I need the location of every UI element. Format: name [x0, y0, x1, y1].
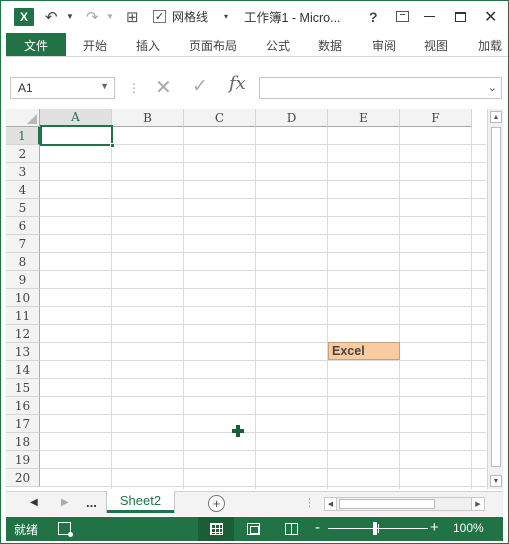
column-header-f[interactable]: F: [400, 109, 472, 127]
page-break-preview-button[interactable]: [285, 523, 298, 535]
scroll-left-icon[interactable]: ◀: [325, 498, 337, 510]
borders-grid-icon[interactable]: ⊞: [126, 0, 139, 33]
ribbon-display-options-icon[interactable]: [396, 0, 409, 33]
previous-sheet-icon[interactable]: ◀: [30, 497, 38, 508]
zoom-slider-thumb[interactable]: [373, 522, 377, 535]
checkmark-icon: ✓: [153, 10, 166, 23]
tab-split-handle-icon[interactable]: ⋮: [304, 496, 315, 509]
scroll-up-icon[interactable]: ▲: [490, 111, 502, 123]
tab-page-layout[interactable]: 页面布局: [189, 33, 237, 56]
select-all-corner[interactable]: [6, 109, 40, 127]
fill-handle[interactable]: [110, 143, 115, 148]
row-header-10[interactable]: 10: [6, 289, 40, 307]
customize-qat-dropdown-icon[interactable]: ▾: [224, 0, 228, 33]
vertical-scrollbar[interactable]: ▲ ▼: [487, 109, 503, 489]
column-header-e[interactable]: E: [328, 109, 400, 127]
expand-formula-bar-icon[interactable]: ⌄: [488, 81, 497, 94]
row-header-4[interactable]: 4: [6, 181, 40, 199]
tab-view[interactable]: 视图: [424, 33, 448, 56]
row-header-5[interactable]: 5: [6, 199, 40, 217]
status-bar: 就绪 - + 100%: [6, 517, 503, 541]
formula-bar: A1 ▼ ⋮ ✕ ✓ fx ⌄: [0, 57, 509, 107]
row-header-17[interactable]: 17: [6, 415, 40, 433]
zoom-level[interactable]: 100%: [453, 521, 484, 535]
row-header-6[interactable]: 6: [6, 217, 40, 235]
window-title: 工作簿1 - Micro...: [244, 11, 341, 25]
row-header-12[interactable]: 12: [6, 325, 40, 343]
tab-data[interactable]: 数据: [318, 33, 342, 56]
gridlines-checkbox[interactable]: ✓: [153, 0, 166, 33]
horizontal-scrollbar[interactable]: ◀: [324, 497, 484, 511]
worksheet-grid[interactable]: ABCDEF 1 2 3 4 5 6 7 8 9 10 11 12 13 14 15 16 17 18 19 20 E…: [6, 109, 486, 489]
new-sheet-button[interactable]: +: [208, 495, 225, 512]
row-header-14[interactable]: 14: [6, 361, 40, 379]
row-header-18[interactable]: 18: [6, 433, 40, 451]
name-box[interactable]: A1 ▼: [10, 77, 115, 99]
vertical-scroll-thumb[interactable]: [491, 127, 501, 467]
active-cell-a1[interactable]: [40, 125, 115, 148]
status-ready: 就绪: [14, 523, 39, 537]
title-bar: X ↶ ▼ ↷ ▼ ⊞ ✓ 网格线 ▾ 工作簿1 - Micro... ? ✕: [0, 0, 509, 33]
help-button[interactable]: ?: [369, 0, 378, 33]
horizontal-scroll-thumb[interactable]: [339, 499, 435, 509]
minimize-button[interactable]: [424, 0, 440, 33]
row-header-11[interactable]: 11: [6, 307, 40, 325]
row-header-2[interactable]: 2: [6, 145, 40, 163]
name-box-value: A1: [18, 81, 33, 95]
row-header-7[interactable]: 7: [6, 235, 40, 253]
tab-review[interactable]: 审阅: [372, 33, 396, 56]
row-header-15[interactable]: 15: [6, 379, 40, 397]
row-header-8[interactable]: 8: [6, 253, 40, 271]
tab-insert[interactable]: 插入: [136, 33, 160, 56]
macro-recording-icon[interactable]: [58, 522, 73, 537]
cell-e13[interactable]: Excel: [328, 342, 400, 360]
tab-formulas[interactable]: 公式: [266, 33, 290, 56]
cancel-entry-icon[interactable]: ✕: [155, 75, 172, 100]
column-header-c[interactable]: C: [184, 109, 256, 127]
tab-addins[interactable]: 加载: [478, 33, 502, 56]
undo-dropdown-icon[interactable]: ▼: [66, 0, 74, 33]
row-header-3[interactable]: 3: [6, 163, 40, 181]
tab-file[interactable]: 文件: [6, 33, 66, 56]
excel-logo-icon[interactable]: X: [14, 0, 36, 33]
ribbon-tabs: 文件 开始 插入 页面布局 公式 数据 审阅 视图 加载: [6, 33, 509, 57]
insert-function-button[interactable]: fx: [229, 73, 246, 94]
redo-dropdown-icon[interactable]: ▼: [106, 0, 114, 33]
excel-logo-letter: X: [14, 7, 34, 26]
more-sheets-button[interactable]: ...: [86, 495, 97, 510]
redo-icon[interactable]: ↷: [86, 0, 99, 33]
row-header-19[interactable]: 19: [6, 451, 40, 469]
sheet-tab-bar: ◀ ▶ ... Sheet2 + ⋮ ◀ ▶: [6, 491, 503, 516]
row-header-16[interactable]: 16: [6, 397, 40, 415]
close-button[interactable]: ✕: [484, 0, 497, 33]
formula-input[interactable]: ⌄: [259, 77, 502, 99]
next-sheet-icon[interactable]: ▶: [61, 497, 69, 508]
normal-view-button[interactable]: [198, 517, 234, 541]
zoom-in-button[interactable]: +: [430, 519, 439, 536]
gridlines-label: 网格线: [172, 10, 209, 24]
zoom-slider-midmark: [378, 524, 379, 533]
column-header-b[interactable]: B: [112, 109, 184, 127]
undo-icon[interactable]: ↶: [45, 0, 58, 33]
tab-home[interactable]: 开始: [83, 33, 107, 56]
maximize-button[interactable]: [455, 0, 466, 33]
formula-bar-grip-icon[interactable]: ⋮: [128, 77, 140, 99]
page-layout-view-button[interactable]: [247, 523, 260, 535]
column-header-d[interactable]: D: [256, 109, 328, 127]
sheet-tab-sheet2[interactable]: Sheet2: [107, 491, 174, 513]
enter-entry-icon[interactable]: ✓: [192, 75, 208, 98]
scroll-down-icon[interactable]: ▼: [490, 475, 502, 487]
cell-select-cursor-icon: [232, 425, 244, 437]
row-header-1[interactable]: 1: [6, 127, 40, 145]
row-header-9[interactable]: 9: [6, 271, 40, 289]
name-box-dropdown-icon[interactable]: ▼: [100, 81, 109, 91]
row-header-13[interactable]: 13: [6, 343, 40, 361]
row-header-20[interactable]: 20: [6, 469, 40, 487]
zoom-out-button[interactable]: -: [315, 519, 320, 536]
normal-view-icon: [209, 523, 223, 535]
cell-area[interactable]: [40, 127, 486, 489]
scroll-right-icon[interactable]: ▶: [471, 497, 485, 511]
